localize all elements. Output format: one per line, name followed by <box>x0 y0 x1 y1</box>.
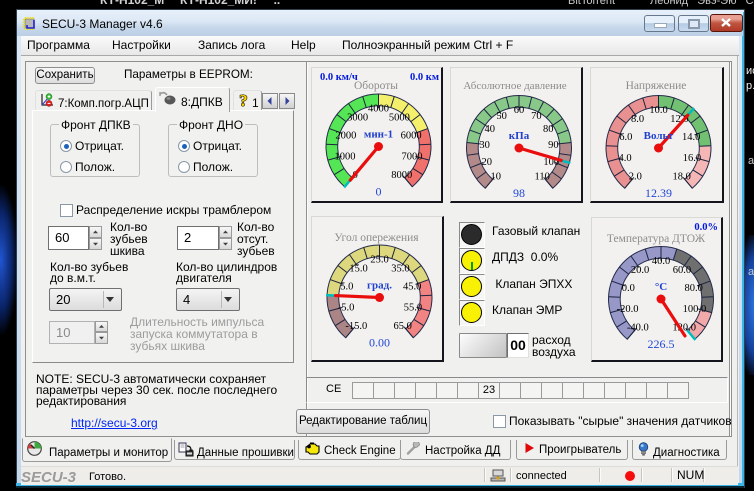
svg-text:20.0: 20.0 <box>631 265 649 276</box>
svg-text:град.: град. <box>367 280 392 292</box>
svg-text:35.0: 35.0 <box>391 263 409 274</box>
svg-text:90: 90 <box>548 140 559 151</box>
svg-text:Вольт: Вольт <box>644 130 674 142</box>
svg-text:40: 40 <box>485 124 496 135</box>
svg-text:2000: 2000 <box>335 130 356 141</box>
svg-text:110: 110 <box>535 171 550 182</box>
svg-text:55.0: 55.0 <box>404 302 422 313</box>
svg-text:6.0: 6.0 <box>619 132 632 143</box>
svg-text:1000: 1000 <box>335 151 356 162</box>
svg-text:25.0: 25.0 <box>370 254 388 265</box>
svg-text:°C: °C <box>655 281 667 293</box>
svg-text:45.0: 45.0 <box>403 281 421 292</box>
svg-text:-20.0: -20.0 <box>617 304 639 315</box>
svg-text:?: ? <box>239 92 248 109</box>
svg-text:7000: 7000 <box>401 151 422 162</box>
svg-text:20: 20 <box>481 157 492 168</box>
svg-text:80: 80 <box>543 124 554 135</box>
svg-text:кПа: кПа <box>509 130 530 142</box>
svg-text:60: 60 <box>514 105 525 116</box>
svg-text:65.0: 65.0 <box>394 321 412 332</box>
svg-text:0.00: 0.00 <box>369 336 390 350</box>
svg-text:80.0: 80.0 <box>684 283 702 294</box>
svg-text:0.0: 0.0 <box>622 283 635 294</box>
svg-text:15.0: 15.0 <box>349 263 367 274</box>
svg-text:5.0: 5.0 <box>340 281 353 292</box>
svg-text:100.0: 100.0 <box>683 304 707 315</box>
svg-text:0: 0 <box>376 185 382 199</box>
svg-text:226.5: 226.5 <box>648 337 675 351</box>
svg-text:4000: 4000 <box>368 103 389 114</box>
svg-text:40.0: 40.0 <box>652 256 670 267</box>
svg-text:60.0: 60.0 <box>673 265 691 276</box>
svg-text:10: 10 <box>491 171 502 182</box>
svg-text:-40.0: -40.0 <box>627 322 649 333</box>
svg-text:мин-1: мин-1 <box>364 129 393 141</box>
svg-text:-5.0: -5.0 <box>338 302 355 313</box>
svg-text:70: 70 <box>531 111 542 122</box>
svg-text:14.0: 14.0 <box>682 132 700 143</box>
svg-text:4.0: 4.0 <box>618 153 631 164</box>
svg-text:30: 30 <box>479 140 490 151</box>
svg-text:3000: 3000 <box>347 112 368 123</box>
svg-text:18.0: 18.0 <box>673 171 691 182</box>
svg-text:-15.0: -15.0 <box>345 321 367 332</box>
svg-text:10.0: 10.0 <box>649 105 667 116</box>
svg-text:6000: 6000 <box>401 130 422 141</box>
svg-text:12.39: 12.39 <box>645 186 672 200</box>
svg-text:50: 50 <box>496 111 507 122</box>
svg-text:16.0: 16.0 <box>683 153 701 164</box>
svg-text:8000: 8000 <box>391 170 412 181</box>
svg-text:98: 98 <box>513 186 525 200</box>
svg-text:5000: 5000 <box>389 112 410 123</box>
svg-text:2.0: 2.0 <box>629 171 642 182</box>
svg-text:8.0: 8.0 <box>631 114 644 125</box>
